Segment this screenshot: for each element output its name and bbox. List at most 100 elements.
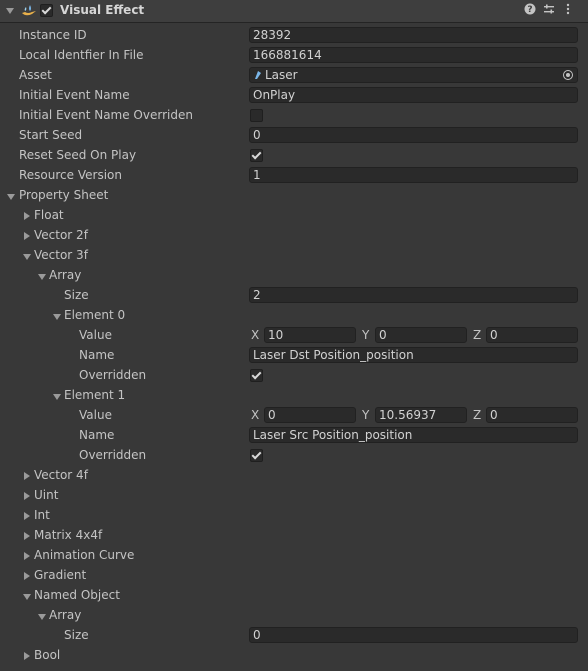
property-sheet-label: Property Sheet	[19, 188, 109, 202]
reset-seed-row: Reset Seed On Play	[0, 146, 588, 166]
element-1-name-row: Name Laser Src Position_position	[0, 426, 588, 446]
int-foldout[interactable]: Int	[0, 506, 588, 526]
named-object-foldout[interactable]: Named Object	[0, 586, 588, 606]
initial-event-overriden-label: Initial Event Name Overriden	[19, 108, 193, 122]
initial-event-name-field[interactable]: OnPlay	[249, 87, 578, 103]
start-seed-row: Start Seed 0	[0, 126, 588, 146]
element-0-z-field[interactable]: 0	[486, 327, 578, 343]
instance-id-field[interactable]: 28392	[249, 27, 578, 43]
bool-label: Bool	[34, 648, 61, 662]
int-label: Int	[34, 508, 50, 522]
named-object-array-foldout[interactable]: Array	[0, 606, 588, 626]
start-seed-field[interactable]: 0	[249, 127, 578, 143]
local-identifier-row: Local Identfier In File 166881614	[0, 46, 588, 66]
name-label: Name	[79, 428, 115, 442]
component-title: Visual Effect	[60, 3, 145, 17]
element-0-x-field[interactable]: 10	[264, 327, 356, 343]
named-object-size-field[interactable]: 0	[249, 627, 578, 643]
component-foldout-arrow[interactable]	[6, 8, 14, 14]
element-0-name-row: Name Laser Dst Position_position	[0, 346, 588, 366]
foldout-collapsed-icon	[24, 492, 30, 500]
foldout-collapsed-icon	[24, 472, 30, 480]
element-0-y-field[interactable]: 0	[375, 327, 467, 343]
vector3f-size-field[interactable]: 2	[249, 287, 578, 303]
foldout-collapsed-icon	[24, 652, 30, 660]
matrix-foldout[interactable]: Matrix 4x4f	[0, 526, 588, 546]
object-picker-icon[interactable]	[563, 70, 573, 80]
x-axis-label[interactable]: X	[251, 328, 259, 342]
element-1-overridden-checkbox[interactable]	[250, 449, 263, 462]
foldout-collapsed-icon	[24, 532, 30, 540]
resource-version-row: Resource Version 1	[0, 166, 588, 186]
uint-label: Uint	[34, 488, 59, 502]
animation-curve-label: Animation Curve	[34, 548, 135, 562]
vector3f-foldout[interactable]: Vector 3f	[0, 246, 588, 266]
overridden-label: Overridden	[79, 448, 147, 462]
y-axis-label[interactable]: Y	[362, 408, 369, 422]
foldout-expanded-icon	[38, 274, 46, 280]
bool-foldout[interactable]: Bool	[0, 646, 588, 666]
start-seed-label: Start Seed	[19, 128, 83, 142]
z-axis-label[interactable]: Z	[473, 328, 481, 342]
value-label: Value	[79, 408, 112, 422]
uint-foldout[interactable]: Uint	[0, 486, 588, 506]
element-0-overridden-checkbox[interactable]	[250, 369, 263, 382]
element-0-foldout[interactable]: Element 0	[0, 306, 588, 326]
svg-text:?: ?	[527, 5, 532, 15]
name-label: Name	[79, 348, 115, 362]
help-icon[interactable]: ?	[522, 3, 538, 19]
foldout-collapsed-icon	[24, 552, 30, 560]
element-1-overridden-row: Overridden	[0, 446, 588, 466]
foldout-expanded-icon	[53, 314, 61, 320]
asset-object-field[interactable]: Laser	[249, 67, 578, 83]
instance-id-row: Instance ID 28392	[0, 26, 588, 46]
vector3f-label: Vector 3f	[34, 248, 88, 262]
property-sheet-foldout[interactable]: Property Sheet	[0, 186, 588, 206]
vfx-asset-icon	[255, 71, 261, 79]
matrix-label: Matrix 4x4f	[34, 528, 103, 542]
element-1-z-field[interactable]: 0	[486, 407, 578, 423]
size-label: Size	[64, 628, 89, 642]
overridden-label: Overridden	[79, 368, 147, 382]
float-label: Float	[34, 208, 64, 222]
reset-seed-checkbox[interactable]	[250, 149, 263, 162]
foldout-collapsed-icon	[24, 512, 30, 520]
y-axis-label[interactable]: Y	[362, 328, 369, 342]
element-label: Element 1	[64, 388, 126, 402]
vector3f-array-foldout[interactable]: Array	[0, 266, 588, 286]
element-1-name-field[interactable]: Laser Src Position_position	[249, 427, 578, 443]
initial-event-name-row: Initial Event Name OnPlay	[0, 86, 588, 106]
asset-name: Laser	[265, 68, 298, 82]
value-label: Value	[79, 328, 112, 342]
animation-curve-foldout[interactable]: Animation Curve	[0, 546, 588, 566]
gradient-foldout[interactable]: Gradient	[0, 566, 588, 586]
vector2f-label: Vector 2f	[34, 228, 88, 242]
z-axis-label[interactable]: Z	[473, 408, 481, 422]
array-label: Array	[49, 608, 82, 622]
element-0-overridden-row: Overridden	[0, 366, 588, 386]
float-foldout[interactable]: Float	[0, 206, 588, 226]
x-axis-label[interactable]: X	[251, 408, 259, 422]
instance-id-label: Instance ID	[19, 28, 87, 42]
named-object-size-row: Size 0	[0, 626, 588, 646]
named-object-label: Named Object	[34, 588, 120, 602]
foldout-expanded-icon	[23, 594, 31, 600]
local-identifier-field[interactable]: 166881614	[249, 47, 578, 63]
vector2f-foldout[interactable]: Vector 2f	[0, 226, 588, 246]
element-0-name-field[interactable]: Laser Dst Position_position	[249, 347, 578, 363]
gradient-label: Gradient	[34, 568, 87, 582]
preset-icon[interactable]	[541, 3, 557, 19]
element-1-y-field[interactable]: 10.56937	[375, 407, 467, 423]
initial-event-overriden-row: Initial Event Name Overriden	[0, 106, 588, 126]
foldout-expanded-icon	[53, 394, 61, 400]
kebab-menu-icon[interactable]	[560, 3, 576, 19]
element-1-foldout[interactable]: Element 1	[0, 386, 588, 406]
resource-version-field[interactable]: 1	[249, 167, 578, 183]
foldout-collapsed-icon	[24, 212, 30, 220]
vector4f-foldout[interactable]: Vector 4f	[0, 466, 588, 486]
initial-event-overriden-checkbox[interactable]	[250, 109, 263, 122]
component-enabled-checkbox[interactable]	[40, 4, 53, 17]
vector4f-label: Vector 4f	[34, 468, 88, 482]
element-1-x-field[interactable]: 0	[264, 407, 356, 423]
foldout-expanded-icon	[7, 194, 15, 200]
